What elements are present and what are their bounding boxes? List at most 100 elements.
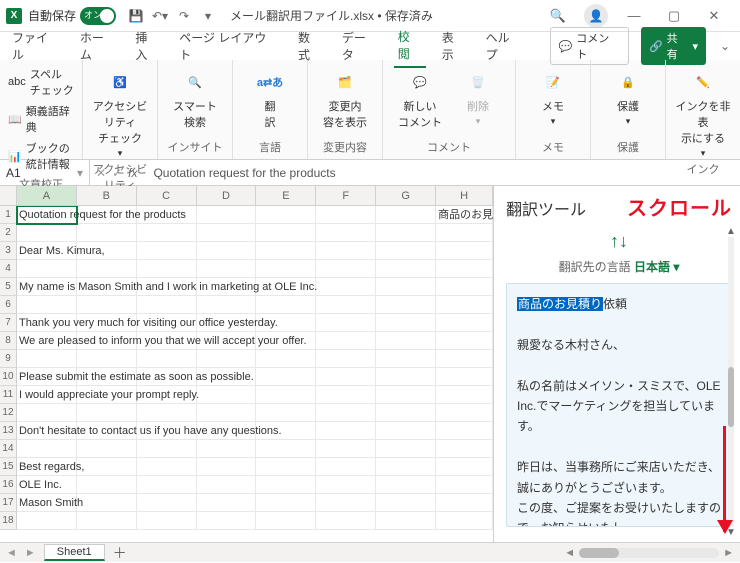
accessibility-check-button[interactable]: ♿アクセシビリティ チェック▾	[91, 64, 149, 159]
row-header[interactable]: 17	[0, 494, 17, 512]
column-header[interactable]: A	[17, 186, 77, 206]
cell[interactable]	[376, 494, 436, 512]
cancel-formula-icon[interactable]: ✕	[96, 166, 106, 180]
hide-ink-button[interactable]: ✏️インクを非表 示にする▾	[674, 64, 732, 159]
new-comment-button[interactable]: 💬新しい コメント	[391, 64, 449, 130]
hscroll-thumb[interactable]	[579, 548, 619, 558]
cell[interactable]	[376, 206, 436, 224]
cell[interactable]	[137, 242, 197, 260]
new-sheet-button[interactable]: ＋	[113, 543, 127, 563]
cell[interactable]	[137, 260, 197, 278]
cell[interactable]	[256, 476, 316, 494]
scroll-up-icon[interactable]: ▲	[726, 226, 736, 237]
cell[interactable]	[197, 224, 257, 242]
row-header[interactable]: 16	[0, 476, 17, 494]
hscroll-left-icon[interactable]: ◄	[564, 547, 575, 559]
cell[interactable]	[256, 224, 316, 242]
pane-scrollbar[interactable]: ▲ ▼	[724, 226, 738, 538]
cell[interactable]	[436, 314, 493, 332]
cell[interactable]	[316, 512, 376, 530]
smart-lookup-button[interactable]: 🔍スマート 検索	[166, 64, 224, 130]
cell[interactable]	[77, 350, 137, 368]
cell[interactable]	[17, 224, 77, 242]
cell[interactable]	[376, 242, 436, 260]
cell[interactable]	[316, 332, 376, 350]
select-all-corner[interactable]	[0, 186, 17, 206]
cell[interactable]	[197, 350, 257, 368]
cell[interactable]	[376, 458, 436, 476]
swap-languages-button[interactable]: ↑↓	[506, 221, 732, 258]
row-header[interactable]: 8	[0, 332, 17, 350]
cell[interactable]	[77, 404, 137, 422]
spellcheck-button[interactable]: abc スペル チェック	[8, 64, 74, 100]
cell[interactable]: Thank you very much for visiting our off…	[17, 314, 77, 332]
sheet-nav-prev[interactable]: ◄	[6, 547, 17, 559]
cell[interactable]	[17, 440, 77, 458]
row-header[interactable]: 4	[0, 260, 17, 278]
cell[interactable]: Please submit the estimate as soon as po…	[17, 368, 77, 386]
cell[interactable]	[256, 260, 316, 278]
cell[interactable]	[436, 440, 493, 458]
spreadsheet-grid[interactable]: ABCDEFGH 1Quotation request for the prod…	[0, 186, 494, 542]
cell[interactable]	[376, 350, 436, 368]
cell[interactable]	[137, 224, 197, 242]
cell[interactable]	[316, 458, 376, 476]
cell[interactable]	[137, 458, 197, 476]
cell[interactable]	[316, 224, 376, 242]
cell[interactable]	[316, 242, 376, 260]
cell[interactable]	[256, 404, 316, 422]
protect-button[interactable]: 🔒保護▾	[599, 64, 657, 127]
cell[interactable]: Mason Smith	[17, 494, 77, 512]
cell[interactable]	[17, 296, 77, 314]
scrollbar-thumb[interactable]	[728, 367, 734, 427]
save-icon[interactable]: 💾	[125, 5, 147, 27]
cell[interactable]	[376, 512, 436, 530]
row-header[interactable]: 14	[0, 440, 17, 458]
column-header[interactable]: F	[316, 186, 376, 206]
minimize-button[interactable]: —	[614, 2, 654, 30]
cell[interactable]	[376, 404, 436, 422]
cell[interactable]	[256, 458, 316, 476]
undo-icon[interactable]: ↶▾	[149, 5, 171, 27]
row-header[interactable]: 12	[0, 404, 17, 422]
cell[interactable]	[376, 224, 436, 242]
cell[interactable]	[77, 260, 137, 278]
row-header[interactable]: 9	[0, 350, 17, 368]
cell[interactable]	[17, 512, 77, 530]
sheet-tab[interactable]: Sheet1	[44, 544, 105, 561]
show-changes-button[interactable]: 🗂️変更内 容を表示	[316, 64, 374, 130]
cell[interactable]	[256, 350, 316, 368]
cell[interactable]	[197, 296, 257, 314]
cell[interactable]	[316, 404, 376, 422]
cell[interactable]	[436, 494, 493, 512]
account-avatar[interactable]: 👤	[584, 4, 608, 28]
row-header[interactable]: 13	[0, 422, 17, 440]
cell[interactable]: Quotation request for the products	[17, 206, 77, 224]
row-header[interactable]: 1	[0, 206, 17, 224]
cell[interactable]	[436, 458, 493, 476]
cell[interactable]	[436, 422, 493, 440]
cell[interactable]	[256, 386, 316, 404]
sheet-nav-next[interactable]: ►	[25, 547, 36, 559]
cell[interactable]	[316, 314, 376, 332]
cell[interactable]	[316, 260, 376, 278]
cell[interactable]	[316, 422, 376, 440]
hscroll-right-icon[interactable]: ►	[723, 547, 734, 559]
cell[interactable]	[256, 242, 316, 260]
delete-comment-button[interactable]: 🗑️削除▾	[449, 64, 507, 127]
cell[interactable]	[77, 440, 137, 458]
cell[interactable]	[436, 242, 493, 260]
cell[interactable]	[436, 512, 493, 530]
row-header[interactable]: 15	[0, 458, 17, 476]
cell[interactable]	[316, 440, 376, 458]
cell[interactable]	[17, 404, 77, 422]
cell[interactable]	[137, 494, 197, 512]
column-header[interactable]: H	[436, 186, 493, 206]
cell[interactable]: OLE Inc.	[17, 476, 77, 494]
cell[interactable]	[137, 476, 197, 494]
column-header[interactable]: C	[137, 186, 197, 206]
cell[interactable]	[17, 260, 77, 278]
cell[interactable]	[376, 386, 436, 404]
cell[interactable]	[316, 350, 376, 368]
ribbon-collapse-icon[interactable]: ⌄	[718, 39, 732, 53]
